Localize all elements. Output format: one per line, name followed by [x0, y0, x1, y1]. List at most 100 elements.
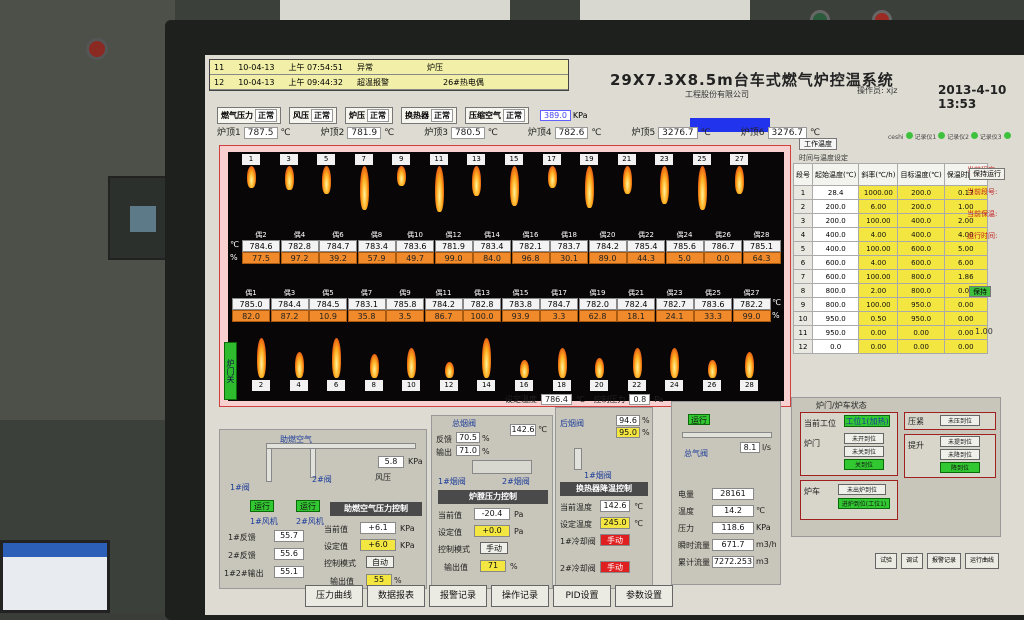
table-cell[interactable]: 0.00 — [943, 339, 988, 354]
pressure-output-input[interactable]: 71 — [480, 560, 506, 572]
thermocouple[interactable]: 偶1 785.0 82.0 — [232, 288, 270, 322]
thermocouple[interactable]: 偶24 785.6 5.0 — [665, 230, 704, 264]
exchanger-output-input[interactable]: 95.0 — [616, 427, 640, 438]
table-cell[interactable]: 4.00 — [858, 255, 899, 270]
burner-nozzle[interactable]: 17 — [542, 154, 561, 165]
cooling-valve-2-button[interactable]: 手动 — [600, 561, 630, 573]
table-cell[interactable]: 200.0 — [811, 213, 860, 228]
table-cell[interactable]: 400.0 — [897, 213, 945, 228]
pressure-mode-button[interactable]: 手动 — [480, 542, 508, 554]
tab-operation-log[interactable]: 操作记录 — [491, 585, 549, 607]
thermocouple[interactable]: 偶11 784.2 86.7 — [424, 288, 463, 322]
car-in-status[interactable]: 进炉到位(工位1) — [838, 498, 890, 509]
table-cell[interactable]: 600.0 — [897, 255, 945, 270]
burner-nozzle[interactable]: 28 — [740, 380, 759, 391]
air-setpoint-input[interactable]: +6.0 — [360, 539, 396, 551]
run-curve-button[interactable]: 运行曲线 — [965, 553, 999, 569]
table-cell[interactable]: 800.0 — [897, 269, 945, 284]
table-cell[interactable]: 800.0 — [897, 283, 945, 298]
thermocouple[interactable]: 偶2 784.6 77.5 — [242, 230, 280, 264]
burner-nozzle[interactable]: 18 — [552, 380, 571, 391]
tab-pressure-curve[interactable]: 压力曲线 — [305, 585, 363, 607]
burner-nozzle[interactable]: 6 — [327, 380, 346, 391]
table-cell[interactable]: 0.00 — [943, 297, 988, 312]
burner-nozzle[interactable]: 22 — [627, 380, 646, 391]
burner-nozzle[interactable]: 15 — [505, 154, 523, 165]
tab-parameter-settings[interactable]: 参数设置 — [615, 585, 673, 607]
thermocouple[interactable]: 偶7 783.1 35.8 — [347, 288, 386, 322]
table-cell[interactable]: 600.0 — [811, 269, 860, 284]
table-cell[interactable]: 400.0 — [811, 227, 860, 242]
table-cell[interactable]: 100.00 — [858, 213, 899, 228]
thermocouple[interactable]: 偶9 785.8 3.5 — [386, 288, 424, 322]
table-row[interactable]: 12 0.0 0.00 0.00 0.00 — [793, 339, 988, 354]
cooling-valve-1-button[interactable]: 手动 — [600, 534, 630, 546]
test-button[interactable]: 试验 — [875, 553, 897, 569]
car-out-status[interactable]: 未出炉到位 — [838, 484, 886, 495]
thermocouple[interactable]: 偶26 786.7 0.0 — [704, 230, 742, 264]
air-mode-button[interactable]: 自动 — [366, 556, 394, 568]
thermocouple[interactable]: 偶8 783.4 57.9 — [357, 230, 396, 264]
alarm-list[interactable]: 11 10-04-13 上午 07:54:51 异常 炉压 12 10-04-1… — [209, 59, 569, 91]
burner-nozzle[interactable]: 10 — [402, 380, 421, 391]
table-row[interactable]: 1 28.4 1000.00 200.0 0.17 — [793, 185, 988, 200]
thermocouple[interactable]: 偶20 784.2 89.0 — [588, 230, 627, 264]
table-cell[interactable]: 6.00 — [858, 199, 899, 214]
burner-nozzle[interactable]: 26 — [702, 380, 721, 391]
burner-nozzle[interactable]: 5 — [317, 154, 336, 165]
thermocouple[interactable]: 偶4 782.8 97.2 — [280, 230, 319, 264]
burner-nozzle[interactable]: 20 — [590, 380, 609, 391]
alarm-row[interactable]: 11 10-04-13 上午 07:54:51 异常 炉压 — [210, 60, 568, 75]
burner-nozzle[interactable]: 7 — [354, 154, 373, 165]
hold-button[interactable]: 保持 — [969, 286, 991, 297]
thermocouple[interactable]: 偶17 784.7 3.3 — [540, 288, 578, 322]
table-cell[interactable]: 1.86 — [943, 269, 988, 284]
table-cell[interactable]: 1000.00 — [858, 185, 899, 200]
thermocouple[interactable]: 偶21 782.4 18.1 — [617, 288, 655, 322]
burner-nozzle[interactable]: 2 — [252, 380, 270, 391]
table-cell[interactable]: 950.0 — [897, 297, 945, 312]
lift-lowered-status[interactable]: 降到位 — [940, 462, 980, 473]
table-cell[interactable]: 0.00 — [943, 311, 988, 326]
burner-nozzle[interactable]: 27 — [730, 154, 749, 165]
thermocouple[interactable]: 偶18 783.7 30.1 — [550, 230, 588, 264]
burner-nozzle[interactable]: 14 — [477, 380, 496, 391]
burner-nozzle[interactable]: 21 — [617, 154, 636, 165]
burner-nozzle[interactable]: 12 — [439, 380, 458, 391]
alarm-record-button[interactable]: 报警记录 — [927, 553, 961, 569]
thermocouple[interactable]: 偶25 783.6 33.3 — [694, 288, 732, 322]
tab-data-report[interactable]: 数据报表 — [367, 585, 425, 607]
burner-nozzle[interactable]: 16 — [515, 380, 533, 391]
thermocouple[interactable]: 偶12 781.9 99.0 — [434, 230, 473, 264]
table-cell[interactable]: 200.0 — [897, 199, 945, 214]
tab-alarm-log[interactable]: 报警记录 — [429, 585, 487, 607]
thermocouple[interactable]: 偶15 783.8 93.9 — [501, 288, 540, 322]
table-cell[interactable]: 100.00 — [858, 269, 899, 284]
door-closed-status[interactable]: 关到位 — [844, 459, 884, 470]
table-cell[interactable]: 100.00 — [858, 297, 899, 312]
fan2-run-button[interactable]: 运行 — [296, 500, 320, 512]
table-cell[interactable]: 6.00 — [943, 255, 988, 270]
door-status-button[interactable]: 炉门关 — [224, 342, 237, 400]
table-cell[interactable]: 600.0 — [811, 255, 860, 270]
table-cell[interactable]: 0.00 — [897, 339, 945, 354]
table-cell[interactable]: 28.4 — [811, 185, 860, 200]
table-cell[interactable]: 0.00 — [897, 325, 945, 340]
door-open-status[interactable]: 未开到位 — [844, 433, 884, 444]
lift-up-status[interactable]: 未提到位 — [940, 436, 980, 447]
table-row[interactable]: 7 600.0 100.00 800.0 1.86 — [793, 269, 988, 284]
work-temp-button[interactable]: 工作温度 — [799, 138, 837, 150]
burner-nozzle[interactable]: 19 — [580, 154, 599, 165]
door-close-status[interactable]: 未关到位 — [844, 446, 884, 457]
burner-nozzle[interactable]: 9 — [392, 154, 411, 165]
thermocouple[interactable]: 偶6 784.7 39.2 — [319, 230, 357, 264]
table-row[interactable]: 4 400.0 4.00 400.0 4.00 — [793, 227, 988, 242]
table-row[interactable]: 10 950.0 0.50 950.0 0.00 — [793, 311, 988, 326]
table-row[interactable]: 5 400.0 100.00 600.0 5.00 — [793, 241, 988, 256]
thermocouple[interactable]: 偶28 785.1 64.3 — [742, 230, 781, 264]
burner-nozzle[interactable]: 25 — [692, 154, 711, 165]
table-cell[interactable]: 200.0 — [811, 199, 860, 214]
burner-nozzle[interactable]: 24 — [665, 380, 684, 391]
table-row[interactable]: 3 200.0 100.00 400.0 2.00 — [793, 213, 988, 228]
tab-pid-settings[interactable]: PID设置 — [553, 585, 611, 607]
